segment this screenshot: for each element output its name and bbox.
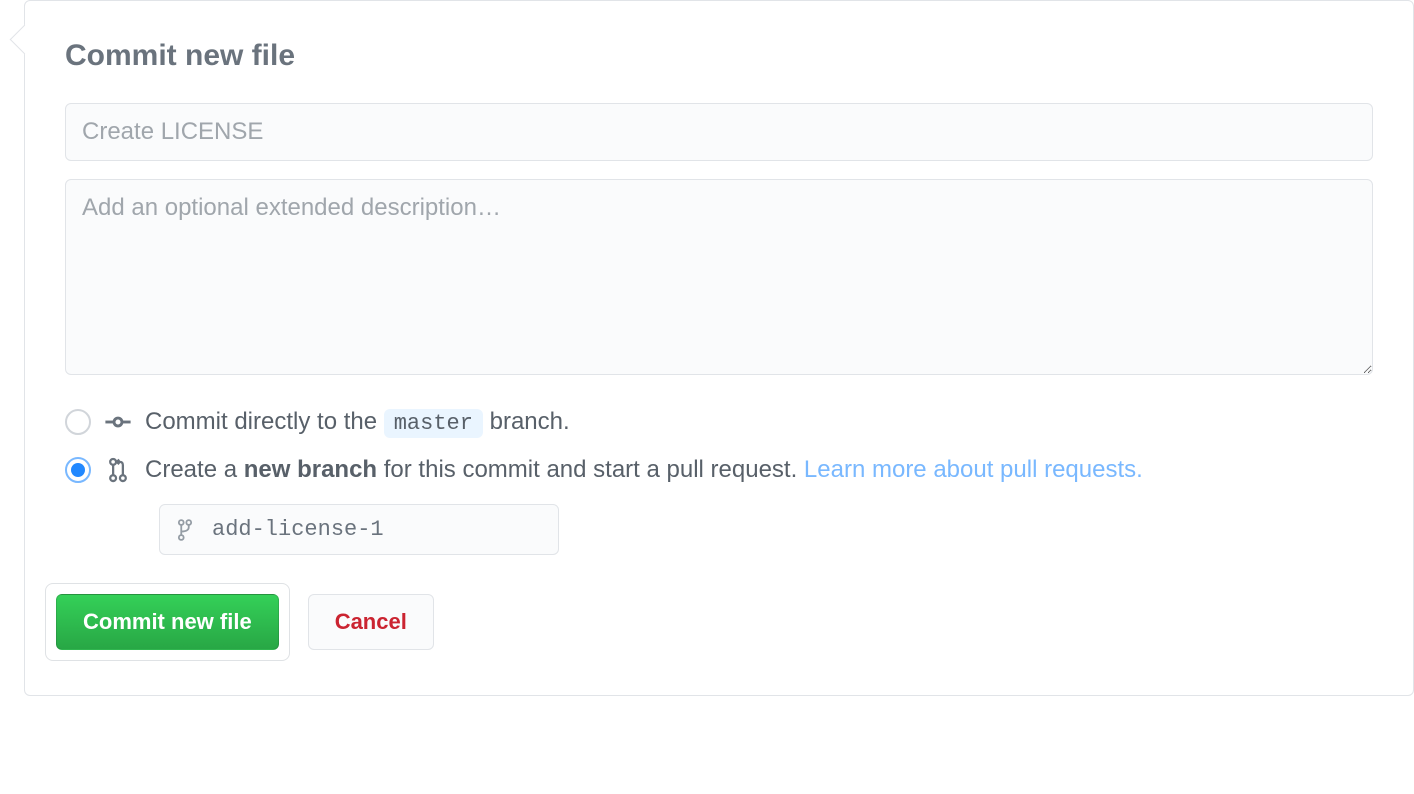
branch-chip-master: master bbox=[384, 409, 483, 438]
radio-label-new-branch: Create a new branch for this commit and … bbox=[145, 456, 1143, 484]
radio-button-new-branch[interactable] bbox=[65, 457, 91, 483]
commit-button-highlight: Commit new file bbox=[45, 583, 290, 661]
radio-label-direct: Commit directly to the master branch. bbox=[145, 408, 570, 436]
pull-request-icon bbox=[105, 457, 131, 483]
panel-heading: Commit new file bbox=[65, 39, 1373, 73]
radio-button-direct[interactable] bbox=[65, 409, 91, 435]
git-branch-icon bbox=[175, 518, 195, 542]
radio-option-direct-commit[interactable]: Commit directly to the master branch. bbox=[65, 408, 1373, 436]
branch-name-input[interactable] bbox=[159, 504, 559, 555]
commit-panel: Commit new file Commit directly to the m… bbox=[24, 0, 1414, 696]
branch-name-input-wrap bbox=[159, 504, 559, 555]
learn-more-link[interactable]: Learn more about pull requests. bbox=[804, 456, 1143, 483]
commit-new-file-button[interactable]: Commit new file bbox=[56, 594, 279, 650]
cancel-button[interactable]: Cancel bbox=[308, 594, 434, 650]
commit-title-input[interactable] bbox=[65, 103, 1373, 161]
action-buttons: Commit new file Cancel bbox=[45, 583, 1373, 661]
commit-icon bbox=[105, 413, 131, 431]
commit-description-textarea[interactable] bbox=[65, 179, 1373, 375]
radio-option-new-branch[interactable]: Create a new branch for this commit and … bbox=[65, 456, 1373, 484]
commit-target-radio-group: Commit directly to the master branch. bbox=[65, 408, 1373, 484]
